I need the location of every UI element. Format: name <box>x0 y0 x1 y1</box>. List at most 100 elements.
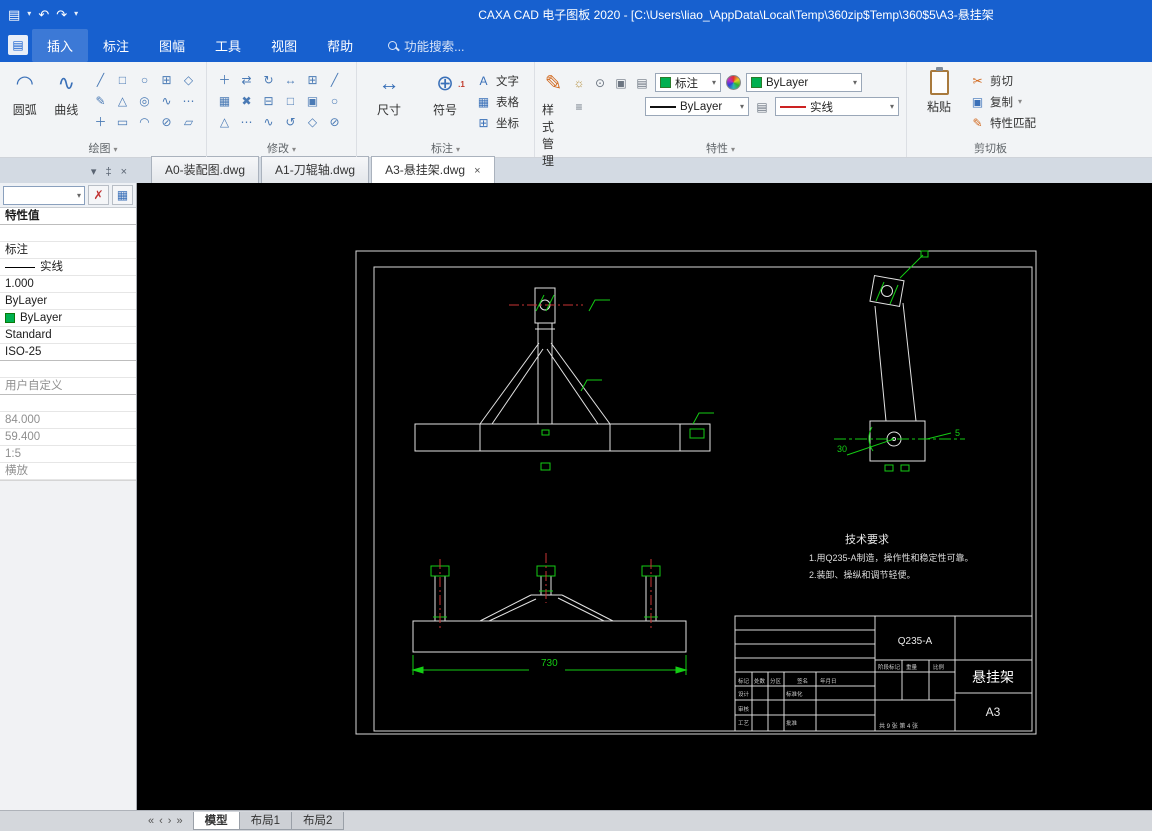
dimension-button[interactable]: ↔ 尺寸 <box>364 65 414 118</box>
tool-icon[interactable]: ⋯ <box>236 112 257 132</box>
panel-dropdown-icon[interactable]: ▾ <box>91 165 97 178</box>
coordinate-button[interactable]: ⊞ 坐标 <box>476 113 519 132</box>
tool-icon[interactable]: ▦ <box>214 91 235 111</box>
tool-icon[interactable]: △ <box>112 91 133 111</box>
layer-print-icon[interactable]: ▤ <box>634 76 650 90</box>
tool-icon[interactable]: △ <box>214 112 235 132</box>
tool-icon[interactable]: ↻ <box>258 70 279 90</box>
tool-icon[interactable]: ▭ <box>112 112 133 132</box>
tool-icon[interactable]: ＋ <box>90 112 111 132</box>
linetype-combo[interactable]: 实线 ▾ <box>775 97 899 116</box>
redo-icon[interactable]: ↷ <box>56 8 67 21</box>
property-row-dimstyle[interactable]: ISO-25 <box>0 344 136 361</box>
menu-item-help[interactable]: 帮助 <box>312 29 368 62</box>
tool-icon[interactable]: ⋯ <box>178 91 199 111</box>
tool-icon[interactable]: □ <box>280 91 301 111</box>
property-row-x[interactable]: 84.000 <box>0 412 136 429</box>
group-label-properties[interactable]: 特性 ▾ <box>535 140 906 156</box>
linetype-icon[interactable]: ▤ <box>754 100 770 114</box>
layer-on-icon[interactable]: ☼ <box>571 76 587 90</box>
tool-icon[interactable]: ◠ <box>134 112 155 132</box>
layer-combo[interactable]: 标注 ▾ <box>655 73 721 92</box>
undo-icon[interactable]: ↶ <box>38 8 49 21</box>
menu-item-sheet[interactable]: 图幅 <box>144 29 200 62</box>
arc-button[interactable]: ◠ 圆弧 <box>7 65 43 118</box>
menu-item-insert[interactable]: 插入 <box>32 28 89 62</box>
tool-icon[interactable]: ↺ <box>280 112 301 132</box>
paste-button[interactable]: 粘贴 <box>914 65 964 115</box>
color-wheel-icon[interactable] <box>726 75 741 90</box>
text-button[interactable]: A 文字 <box>476 71 519 90</box>
tool-icon[interactable]: ▱ <box>178 112 199 132</box>
property-row-textstyle[interactable]: Standard <box>0 327 136 344</box>
tool-icon[interactable]: ∿ <box>258 112 279 132</box>
tool-icon[interactable]: ↔ <box>280 70 301 90</box>
tool-icon[interactable]: ╱ <box>324 70 345 90</box>
tool-icon[interactable]: ∿ <box>156 91 177 111</box>
property-row-linetype[interactable]: 实线 <box>0 259 136 276</box>
function-search[interactable]: 功能搜索... <box>388 36 465 55</box>
tool-icon[interactable]: ◎ <box>134 91 155 111</box>
tool-icon[interactable]: » <box>176 815 182 827</box>
tool-icon[interactable]: ╱ <box>90 70 111 90</box>
panel-pin-icon[interactable]: ‡ <box>105 166 111 178</box>
property-row-layer[interactable]: 标注 <box>0 242 136 259</box>
menu-item-tools[interactable]: 工具 <box>200 29 256 62</box>
tool-icon[interactable]: ⊘ <box>324 112 345 132</box>
doc-tab-a0[interactable]: A0-装配图.dwg <box>151 156 260 183</box>
symbol-button[interactable]: ⊕ .1 符号 <box>420 65 470 118</box>
tool-icon[interactable]: ◇ <box>302 112 323 132</box>
property-row-width-bylayer[interactable]: ByLayer <box>0 293 136 310</box>
property-row-linewidth[interactable]: 1.000 <box>0 276 136 293</box>
menu-item-view[interactable]: 视图 <box>256 29 312 62</box>
tool-icon[interactable]: ⊘ <box>156 112 177 132</box>
color-combo[interactable]: ByLayer ▾ <box>746 73 862 92</box>
property-row-custom[interactable]: 用户自定义 <box>0 378 136 395</box>
tab-close-icon[interactable]: × <box>474 165 480 177</box>
property-row-scale[interactable]: 1:5 <box>0 446 136 463</box>
copy-button[interactable]: ▣ 复制 ▾ <box>970 92 1036 111</box>
curve-button[interactable]: ∿ 曲线 <box>49 65 85 118</box>
tool-icon[interactable]: ▣ <box>302 91 323 111</box>
panel-close-icon[interactable]: × <box>121 166 127 178</box>
tool-icon[interactable]: ⊞ <box>156 70 177 90</box>
dropdown-icon[interactable]: ▾ <box>27 10 31 18</box>
layer-lock-icon[interactable]: ▣ <box>613 76 629 90</box>
tool-icon[interactable]: ○ <box>134 70 155 90</box>
menu-item-dimension[interactable]: 标注 <box>88 29 144 62</box>
layer-freeze-icon[interactable]: ⊙ <box>592 76 608 90</box>
tab-layout1[interactable]: 布局1 <box>238 812 292 830</box>
group-label-annotate[interactable]: 标注 ▾ <box>357 140 534 156</box>
group-label-clipboard[interactable]: 剪切板 <box>907 140 1074 156</box>
tool-icon[interactable]: ‹ <box>159 815 163 827</box>
group-label-modify[interactable]: 修改 ▾ <box>207 140 356 156</box>
dropdown-icon[interactable]: ▾ <box>74 10 78 18</box>
group-label-draw[interactable]: 绘图 ▾ <box>0 140 206 156</box>
property-row-y[interactable]: 59.400 <box>0 429 136 446</box>
linewidth-icon[interactable]: ≡ <box>571 100 587 114</box>
tool-icon[interactable]: ○ <box>324 91 345 111</box>
app-logo-icon[interactable]: ▤ <box>8 35 28 55</box>
tool-icon[interactable]: ⊟ <box>258 91 279 111</box>
panel-edit-button[interactable]: ✗ <box>88 185 109 205</box>
tool-icon[interactable]: ✎ <box>90 91 111 111</box>
tool-icon[interactable]: « <box>148 815 154 827</box>
property-row-orientation[interactable]: 横放 <box>0 463 136 480</box>
drawing-canvas[interactable]: 30 5 730 技术要求 1.用Q235-A制造，操作性和稳定性可靠。 2.装… <box>137 183 1152 810</box>
tool-icon[interactable]: › <box>168 815 172 827</box>
linewidth-combo[interactable]: ByLayer ▾ <box>645 97 749 116</box>
printer-icon[interactable]: ▤ <box>8 8 20 21</box>
property-filter-combo[interactable]: ▾ <box>3 185 85 205</box>
tool-icon[interactable]: ◇ <box>178 70 199 90</box>
table-button[interactable]: ▦ 表格 <box>476 92 519 111</box>
sheet-nav-buttons[interactable]: « ‹ › » <box>148 815 183 827</box>
property-row-color-bylayer[interactable]: ByLayer <box>0 310 136 327</box>
tool-icon[interactable]: □ <box>112 70 133 90</box>
panel-grid-button[interactable]: ▦ <box>112 185 133 205</box>
tool-icon[interactable]: ＋ <box>214 70 235 90</box>
tool-icon[interactable]: ⊞ <box>302 70 323 90</box>
doc-tab-a3-active[interactable]: A3-悬挂架.dwg × <box>371 156 495 183</box>
doc-tab-a1[interactable]: A1-刀辊轴.dwg <box>261 156 370 183</box>
tool-icon[interactable]: ⇄ <box>236 70 257 90</box>
tab-model[interactable]: 模型 <box>192 812 240 830</box>
